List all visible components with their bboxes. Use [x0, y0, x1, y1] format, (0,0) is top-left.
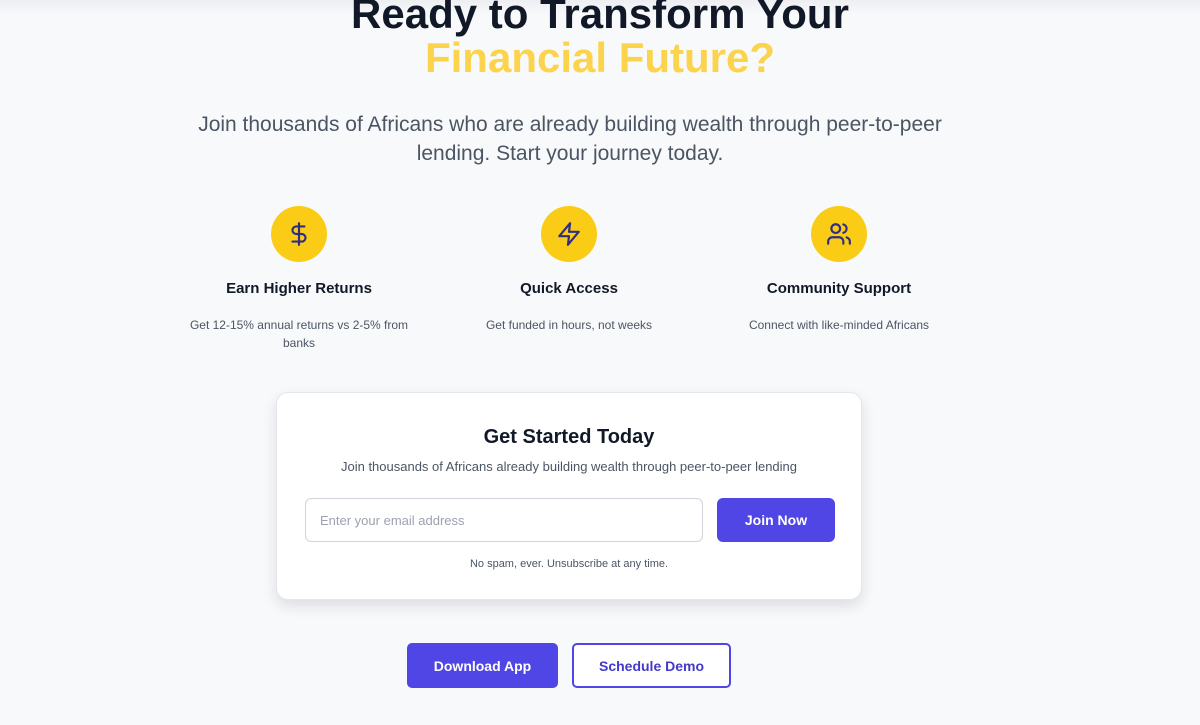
join-now-button[interactable]: Join Now — [717, 498, 835, 542]
feature-icon-circle — [811, 206, 867, 262]
title-line-1: Ready to Transform Your — [351, 0, 849, 37]
download-app-button[interactable]: Download App — [407, 643, 558, 688]
feature-description: Connect with like-minded Africans — [748, 318, 930, 332]
feature-icon-circle — [271, 206, 327, 262]
feature-description: Get funded in hours, not weeks — [485, 318, 653, 332]
hero-subtitle: Join thousands of Africans who are alrea… — [198, 113, 942, 165]
feature-title: Quick Access — [520, 280, 618, 297]
privacy-note: No spam, ever. Unsubscribe at any time. — [469, 558, 669, 570]
feature-title: Earn Higher Returns — [226, 280, 372, 297]
dollar-icon — [291, 222, 307, 246]
signup-title: Get Started Today — [483, 426, 655, 448]
email-field[interactable] — [305, 498, 703, 542]
signup-card: Get Started Today Join thousands of Afri… — [276, 392, 862, 600]
signup-subtitle: Join thousands of Africans already build… — [340, 459, 797, 474]
feature-description: Get 12-15% annual returns vs 2-5% from b… — [189, 318, 409, 350]
feature-title: Community Support — [766, 280, 912, 297]
feature-icon-circle — [541, 206, 597, 262]
cta-section: Ready to Transform Your Financial Future… — [0, 0, 1200, 725]
users-icon — [827, 223, 851, 245]
feature-quick-access: Quick Access Get funded in hours, not we… — [429, 206, 709, 334]
lightning-icon — [558, 222, 580, 246]
page-title: Ready to Transform Your Financial Future… — [0, 0, 1200, 80]
schedule-demo-button[interactable]: Schedule Demo — [572, 643, 731, 688]
feature-community-support: Community Support Connect with like-mind… — [699, 206, 979, 334]
feature-earn-higher-returns: Earn Higher Returns Get 12-15% annual re… — [159, 206, 439, 352]
title-line-2-highlight: Financial Future? — [424, 34, 776, 81]
